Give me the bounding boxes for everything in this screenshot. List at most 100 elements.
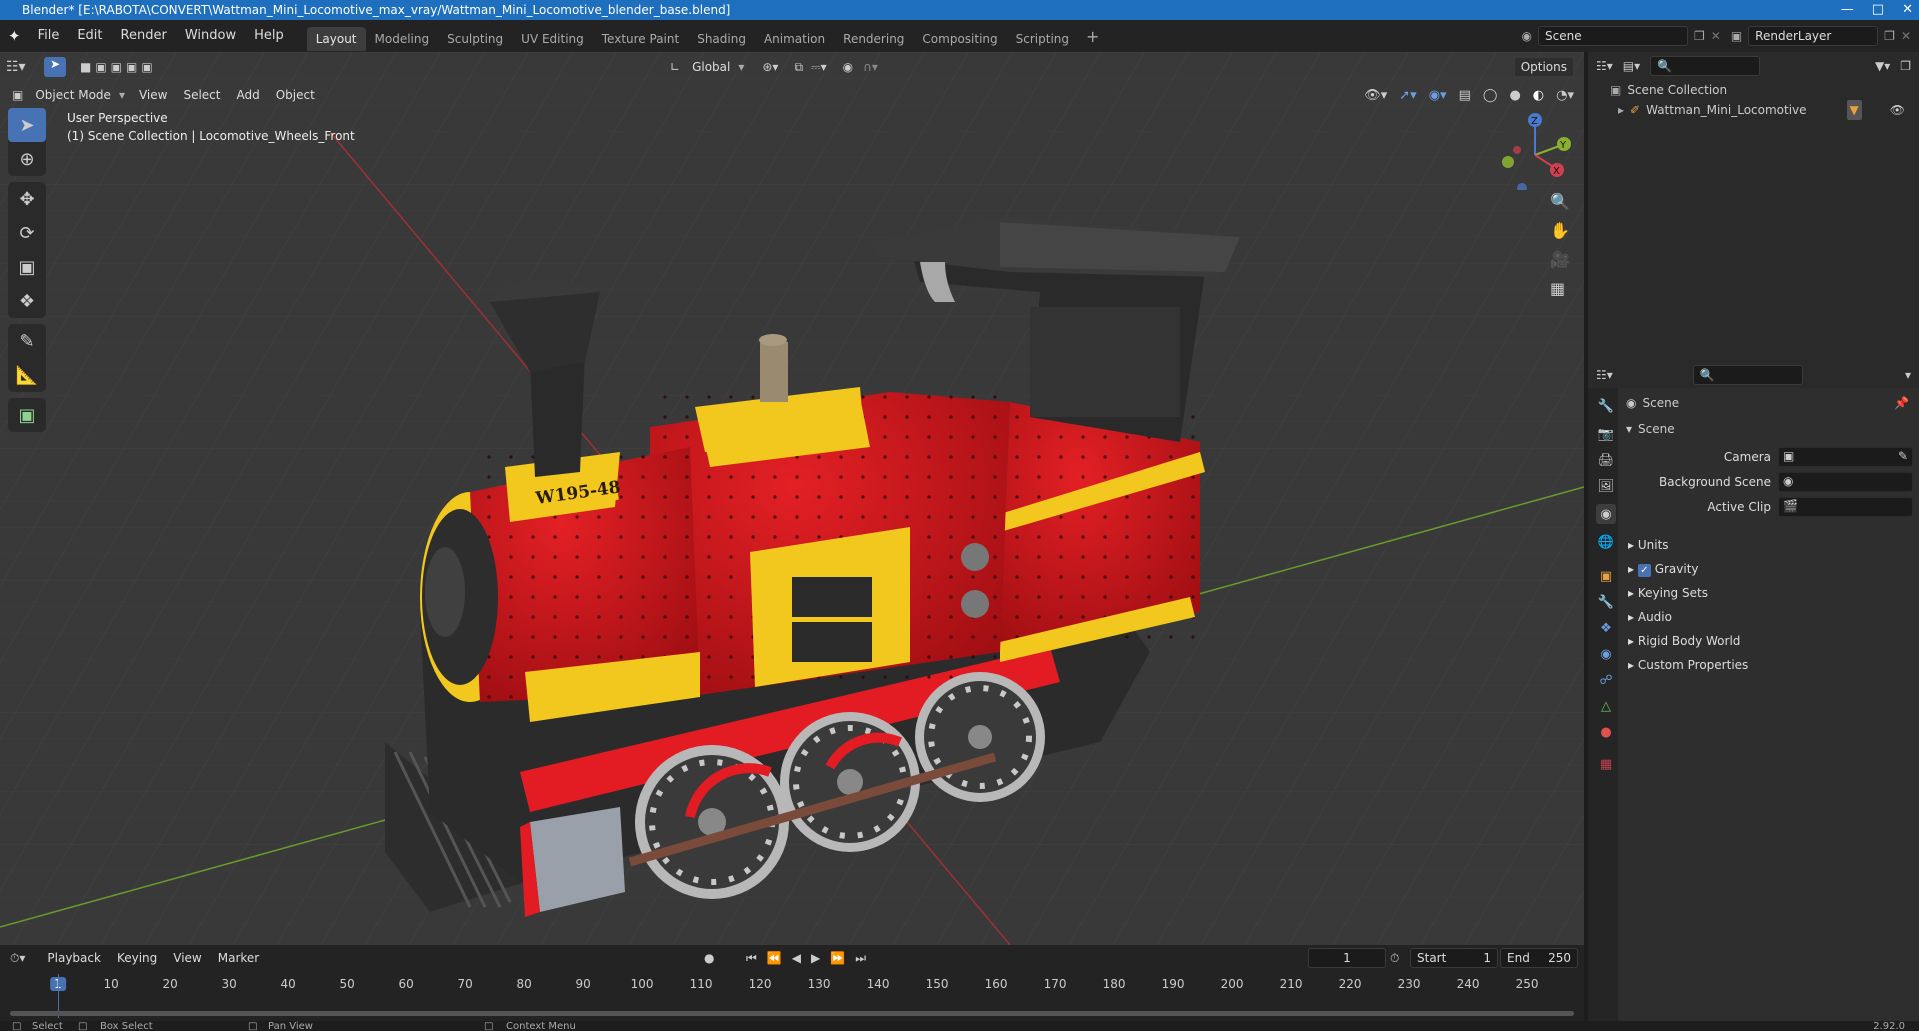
overlay-toggle-icon[interactable]: ◉▾ <box>1429 88 1447 103</box>
viewport-menu-object[interactable]: Object <box>268 84 323 106</box>
gizmo-toggle-icon[interactable]: ➚▾ <box>1399 88 1416 103</box>
measure-tool-icon[interactable]: 📐 <box>8 358 46 392</box>
editor-type-icon[interactable]: ☷▾ <box>6 59 36 75</box>
world-tab-icon[interactable]: 🌐 <box>1596 532 1616 552</box>
tab-animation[interactable]: Animation <box>755 27 834 51</box>
eyedropper-icon[interactable]: ✎ <box>1898 449 1908 463</box>
outliner-row-object[interactable]: ▸ ✐ Wattman_Mini_Locomotive ▼ 👁 <box>1588 100 1919 120</box>
pin-icon[interactable]: 📌 <box>1894 396 1909 410</box>
render-tab-icon[interactable]: 📷 <box>1596 424 1616 444</box>
tab-compositing[interactable]: Compositing <box>913 27 1006 51</box>
scene-panel-header[interactable]: ▾ Scene <box>1626 422 1675 436</box>
gravity-panel-header[interactable]: ▸ ✓ Gravity <box>1628 562 1699 577</box>
tab-shading[interactable]: Shading <box>688 27 755 51</box>
blender-logo-icon[interactable]: ✦ <box>0 27 29 45</box>
add-cube-tool-icon[interactable]: ▣ <box>8 398 46 432</box>
pivot-icon[interactable]: ⊛▾ <box>762 60 778 74</box>
object-tab-icon[interactable]: ▣ <box>1596 566 1616 586</box>
camera-field[interactable]: ▣ ✎ <box>1778 447 1913 467</box>
jump-start-icon[interactable]: ⏮ <box>746 951 757 966</box>
start-frame-field[interactable]: Start 1 <box>1410 948 1498 968</box>
camera-view-icon[interactable]: 🎥 <box>1550 250 1570 269</box>
proportional-edit-icon[interactable]: ◉ <box>843 60 853 74</box>
material-tab-icon[interactable]: ● <box>1596 722 1616 742</box>
editor-type-icon[interactable]: ⏱▾ <box>10 951 25 966</box>
prev-keyframe-icon[interactable]: ⏪ <box>767 951 782 966</box>
select-tool-icon[interactable]: ➤ <box>8 108 46 142</box>
editor-type-icon[interactable]: ☷▾ <box>1596 368 1613 382</box>
expand-arrow-icon[interactable]: ▸ <box>1618 100 1624 120</box>
tool-tab-icon[interactable]: 🔧 <box>1596 396 1616 416</box>
material-shading-icon[interactable]: ◐ <box>1533 88 1544 103</box>
transform-orientation-dropdown[interactable]: Global <box>684 56 738 78</box>
menu-render[interactable]: Render <box>112 20 176 52</box>
texture-tab-icon[interactable]: ▦ <box>1596 754 1616 774</box>
close-icon[interactable]: ✕ <box>1902 0 1913 20</box>
filter-icon[interactable]: ▼▾ <box>1875 59 1890 73</box>
background-scene-field[interactable]: ◉ <box>1778 472 1913 492</box>
end-frame-field[interactable]: End 250 <box>1500 948 1578 968</box>
transform-tool-icon[interactable]: ❖ <box>8 284 46 318</box>
view-layer-tab-icon[interactable]: 🖼 <box>1596 476 1616 496</box>
menu-help[interactable]: Help <box>245 20 293 52</box>
particles-tab-icon[interactable]: ❖ <box>1596 618 1616 638</box>
wireframe-shading-icon[interactable]: ◯ <box>1483 88 1498 103</box>
select-mode-icon[interactable]: ➤ <box>44 57 66 77</box>
scene-icon[interactable]: ◉ <box>1522 29 1538 43</box>
timeline-scrollbar[interactable] <box>10 1011 1574 1016</box>
audio-panel-header[interactable]: ▸ Audio <box>1628 610 1672 624</box>
add-workspace-icon[interactable]: + <box>1078 27 1107 46</box>
timeline-ruler[interactable]: 1102030405060708090100110120130140150160… <box>0 971 1584 993</box>
play-reverse-icon[interactable]: ◀ <box>792 951 801 966</box>
output-tab-icon[interactable]: 🖨 <box>1596 450 1616 470</box>
tab-modeling[interactable]: Modeling <box>366 27 439 51</box>
menu-edit[interactable]: Edit <box>68 20 111 52</box>
tab-rendering[interactable]: Rendering <box>834 27 913 51</box>
xray-icon[interactable]: ▤ <box>1459 88 1471 103</box>
properties-search-input[interactable]: 🔍 <box>1692 365 1803 385</box>
keying-sets-panel-header[interactable]: ▸ Keying Sets <box>1628 586 1708 600</box>
rigid-body-world-panel-header[interactable]: ▸ Rigid Body World <box>1628 634 1740 648</box>
falloff-icon[interactable]: ∩▾ <box>863 60 878 74</box>
delete-layer-icon[interactable]: ✕ <box>1901 29 1919 43</box>
new-collection-icon[interactable]: ❐ <box>1900 59 1911 73</box>
maximize-icon[interactable]: □ <box>1872 0 1884 20</box>
visibility-icon[interactable]: 👁▾ <box>1364 88 1387 103</box>
gravity-checkbox[interactable]: ✓ <box>1637 564 1651 577</box>
minimize-icon[interactable]: — <box>1841 0 1854 20</box>
move-tool-icon[interactable]: ✥ <box>8 182 46 216</box>
scale-tool-icon[interactable]: ▣ <box>8 250 46 284</box>
scene-tab-icon[interactable]: ◉ <box>1596 504 1616 524</box>
eye-visibility-icon[interactable]: 👁 <box>1890 100 1919 120</box>
rotate-tool-icon[interactable]: ⟳ <box>8 216 46 250</box>
pan-hand-icon[interactable]: ✋ <box>1550 221 1570 240</box>
physics-tab-icon[interactable]: ◉ <box>1596 644 1616 664</box>
menu-file[interactable]: File <box>29 20 69 52</box>
data-tab-icon[interactable]: △ <box>1596 696 1616 716</box>
new-layer-icon[interactable]: ❐ <box>1878 29 1901 43</box>
next-keyframe-icon[interactable]: ⏩ <box>830 951 845 966</box>
outliner-row-scene-collection[interactable]: ▣ Scene Collection <box>1610 80 1727 100</box>
timeline-menu-playback[interactable]: Playback <box>39 947 109 969</box>
object-mode-dropdown[interactable]: Object Mode <box>27 84 119 106</box>
menu-window[interactable]: Window <box>176 20 245 52</box>
zoom-icon[interactable]: 🔍 <box>1550 192 1570 211</box>
snap-icon[interactable]: ⧉ <box>794 60 803 75</box>
view-layer-selector[interactable]: RenderLayer <box>1748 26 1879 46</box>
delete-scene-icon[interactable]: ✕ <box>1711 29 1731 43</box>
box-select-icons[interactable]: ■▣▣▣▣ <box>80 60 157 74</box>
units-panel-header[interactable]: ▸ Units <box>1628 538 1669 552</box>
new-scene-icon[interactable]: ❐ <box>1688 29 1711 43</box>
render-layer-icon[interactable]: ▣ <box>1731 29 1748 43</box>
grid-view-icon[interactable]: ▦ <box>1550 279 1570 298</box>
navigation-gizmo[interactable]: Z Y X <box>1490 110 1580 190</box>
options-dropdown[interactable]: Options <box>1513 57 1574 77</box>
record-icon[interactable]: ● <box>704 951 714 965</box>
viewport-menu-add[interactable]: Add <box>228 84 267 106</box>
jump-end-icon[interactable]: ⏭ <box>855 951 866 966</box>
display-mode-icon[interactable]: ▤▾ <box>1623 59 1640 73</box>
timeline-menu-marker[interactable]: Marker <box>210 947 267 969</box>
outliner-search-input[interactable]: 🔍 <box>1650 56 1761 76</box>
tab-scripting[interactable]: Scripting <box>1007 27 1078 51</box>
tab-uv-editing[interactable]: UV Editing <box>512 27 593 51</box>
